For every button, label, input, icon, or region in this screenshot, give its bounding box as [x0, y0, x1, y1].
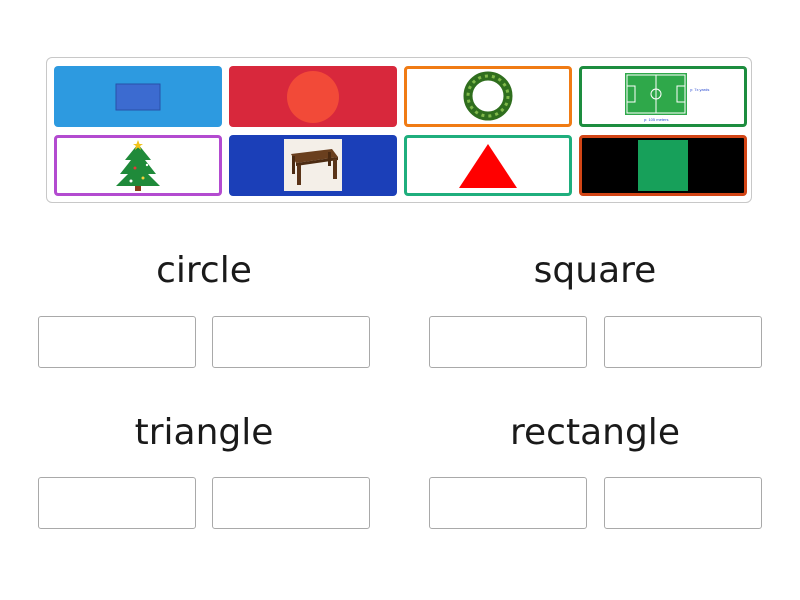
category-title-triangle: triangle [134, 412, 274, 453]
drop-slot[interactable] [212, 477, 370, 529]
table-image [284, 139, 342, 191]
football-field-image: y: 7x yards p: 105 meters [625, 73, 709, 122]
football-field-card[interactable]: y: 7x yards p: 105 meters [579, 66, 747, 127]
field-side-caption: y: 7x yards [690, 87, 709, 92]
drop-slot[interactable] [38, 316, 196, 368]
red-triangle-card[interactable] [404, 135, 572, 196]
drop-slot[interactable] [212, 316, 370, 368]
christmas-tree-image [116, 140, 160, 191]
drop-slot[interactable] [604, 477, 762, 529]
category-title-rectangle: rectangle [510, 412, 680, 453]
blue-rectangle-image [115, 83, 161, 111]
card-tray: y: 7x yards p: 105 meters [46, 57, 752, 203]
green-square-image [638, 140, 688, 191]
red-circle-image [287, 71, 339, 123]
wreath-card[interactable] [404, 66, 572, 127]
wreath-image [463, 71, 513, 121]
category-title-circle: circle [156, 250, 252, 291]
drop-slot[interactable] [429, 477, 587, 529]
drop-slot[interactable] [429, 316, 587, 368]
christmas-tree-card[interactable] [54, 135, 222, 196]
red-circle-card[interactable] [229, 66, 397, 127]
table-card[interactable] [229, 135, 397, 196]
drop-slot[interactable] [604, 316, 762, 368]
red-triangle-image [459, 144, 517, 188]
category-title-square: square [533, 250, 657, 291]
drop-slot[interactable] [38, 477, 196, 529]
field-caption: p: 105 meters [644, 117, 668, 122]
green-square-card[interactable] [579, 135, 747, 196]
blue-rectangle-card[interactable] [54, 66, 222, 127]
